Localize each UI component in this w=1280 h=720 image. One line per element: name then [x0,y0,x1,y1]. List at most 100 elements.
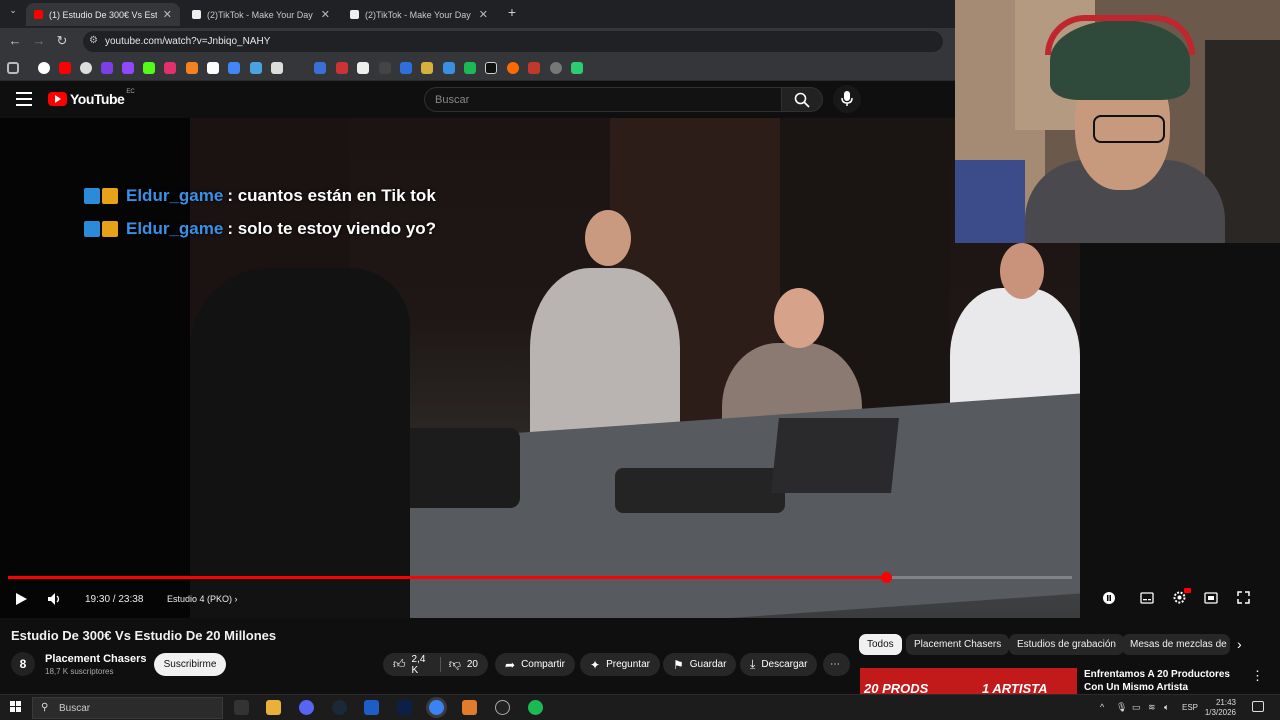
tray-chevron-icon[interactable]: ^ [1100,702,1104,712]
taskbar-search-placeholder: Buscar [59,703,91,714]
discord-icon[interactable] [299,700,314,715]
tab-tiktok-2[interactable]: (2)TikTok - Make Your Day ✕ [342,3,496,26]
video-player[interactable]: Eldur_game : cuantos están en Tik tok El… [0,118,1080,618]
channel-name[interactable]: Placement Chasers [45,653,147,665]
channel-avatar[interactable]: 8 [11,652,35,676]
chevron-right-icon[interactable]: › [1237,636,1242,652]
subtitles-icon[interactable] [1140,592,1154,604]
bookmark-twitch-icon[interactable] [122,62,134,74]
bookmark-icon[interactable] [186,62,198,74]
bookmark-icon[interactable] [507,62,519,74]
bookmark-icon[interactable] [80,62,92,74]
language-indicator[interactable]: ESP [1182,703,1198,712]
search-button[interactable] [781,87,823,112]
bookmark-icon[interactable] [271,62,283,74]
chapter-button[interactable]: Estudio 4 (PKO) › [167,594,238,604]
bookmark-icon[interactable] [421,62,433,74]
search-input[interactable]: Buscar [424,87,782,112]
save-button[interactable]: ⚑ Guardar [663,653,737,676]
tab-youtube[interactable]: (1) Estudio De 300€ Vs Estudio ✕ [26,3,180,26]
photoshop-icon[interactable] [397,700,412,715]
share-button[interactable]: ➦ Compartir [495,653,575,676]
bookmark-icon[interactable] [101,62,113,74]
hamburger-menu-icon[interactable] [16,92,32,106]
chip-mixers[interactable]: Mesas de mezclas de [1122,634,1230,655]
taskbar-app-icon[interactable] [234,700,249,715]
bookmark-icon[interactable] [400,62,412,74]
tab-search-icon[interactable]: ⌄ [4,5,22,16]
bookmark-icon[interactable] [528,62,540,74]
fullscreen-icon[interactable] [1237,591,1250,604]
url-text: youtube.com/watch?v=Jnbiqo_NAHY [105,36,271,47]
play-icon[interactable] [14,592,28,606]
taskbar-search-input[interactable]: ⚲ Buscar [32,697,223,719]
site-info-icon[interactable]: ⚙ [89,35,98,46]
person-head [585,210,631,266]
subscribe-button[interactable]: Suscribirme [154,653,226,676]
progress-bar[interactable] [8,572,1072,583]
apps-grid-icon[interactable] [7,62,19,74]
speaker-icon[interactable]: 🔈︎ [1164,702,1169,713]
more-actions-button[interactable]: ⋯ [823,653,850,676]
chrome-icon[interactable] [429,700,444,715]
bookmark-icon[interactable] [464,62,476,74]
ask-button[interactable]: ✦ Preguntar [580,653,660,676]
close-tab-icon[interactable]: ✕ [163,8,172,21]
chip-all[interactable]: Todos [859,634,902,655]
system-clock[interactable]: 21:43 1/3/2026 [1204,698,1236,718]
url-field[interactable]: ⚙ youtube.com/watch?v=Jnbiqo_NAHY [83,31,943,52]
progress-scrubber[interactable] [880,572,892,583]
voice-search-button[interactable] [833,85,861,113]
autoplay-pause-icon[interactable] [1102,592,1116,604]
bookmark-icon[interactable] [379,62,391,74]
recommended-video-title[interactable]: Enfrentamos A 20 Productores Con Un Mism… [1084,668,1244,694]
close-tab-icon[interactable]: ✕ [479,8,488,21]
like-button[interactable]: 👍︎ 2,4 K [393,654,432,676]
back-arrow-icon[interactable]: ← [6,33,24,48]
taskbar-app-icon[interactable] [364,700,379,715]
bookmark-icon[interactable] [443,62,455,74]
windows-start-icon[interactable] [10,701,22,713]
notifications-icon[interactable] [1252,701,1264,712]
bookmark-notion-icon[interactable] [357,62,369,74]
wifi-icon[interactable]: ≋ [1148,702,1156,713]
bookmark-icon[interactable] [314,62,326,74]
reload-icon[interactable]: ↻ [53,33,71,49]
bookmark-sheets-icon[interactable] [571,62,583,74]
bookmark-kick-icon[interactable] [143,62,155,74]
forward-arrow-icon[interactable]: → [30,33,48,48]
fl-studio-icon[interactable] [462,700,477,715]
bookmark-google-icon[interactable] [38,62,50,74]
search-icon: ⚲ [41,702,49,713]
chat-text: : solo te estoy viendo yo? [227,219,437,238]
bookmark-x-icon[interactable] [207,62,219,74]
close-tab-icon[interactable]: ✕ [321,8,330,21]
microphone-tray-icon[interactable]: 🎙︎ [1116,702,1127,713]
recommended-thumbnail[interactable]: 20 PRODS 1 ARTISTA [860,668,1077,696]
bookmark-icon[interactable] [250,62,262,74]
obs-icon[interactable] [495,700,510,715]
bookmark-youtube-icon[interactable] [59,62,71,74]
country-code: EC [126,89,135,95]
theater-mode-icon[interactable] [1204,592,1218,604]
bookmark-instagram-icon[interactable] [164,62,176,74]
chip-studios[interactable]: Estudios de grabación [1009,634,1124,655]
bookmark-icon[interactable] [485,62,497,74]
file-explorer-icon[interactable] [266,700,281,715]
bookmark-icon[interactable] [550,62,562,74]
bookmark-icon[interactable] [336,62,348,74]
steam-icon[interactable] [332,700,347,715]
bookmark-translate-icon[interactable] [228,62,240,74]
new-tab-button[interactable]: + [503,4,521,20]
download-label: Descargar [761,659,808,670]
more-vertical-icon[interactable]: ⋮ [1251,668,1264,684]
chip-channel[interactable]: Placement Chasers [906,634,1010,655]
divider [439,657,441,672]
spotify-icon[interactable] [528,700,543,715]
dislike-button[interactable]: 👎︎ 20 [449,657,478,672]
tab-tiktok-1[interactable]: (2)TikTok - Make Your Day ✕ [184,3,338,26]
volume-icon[interactable] [47,592,62,606]
network-icon[interactable]: ▭ [1132,702,1141,713]
download-button[interactable]: ⤓ Descargar [740,653,818,676]
youtube-logo[interactable]: YouTube EC [48,89,135,107]
